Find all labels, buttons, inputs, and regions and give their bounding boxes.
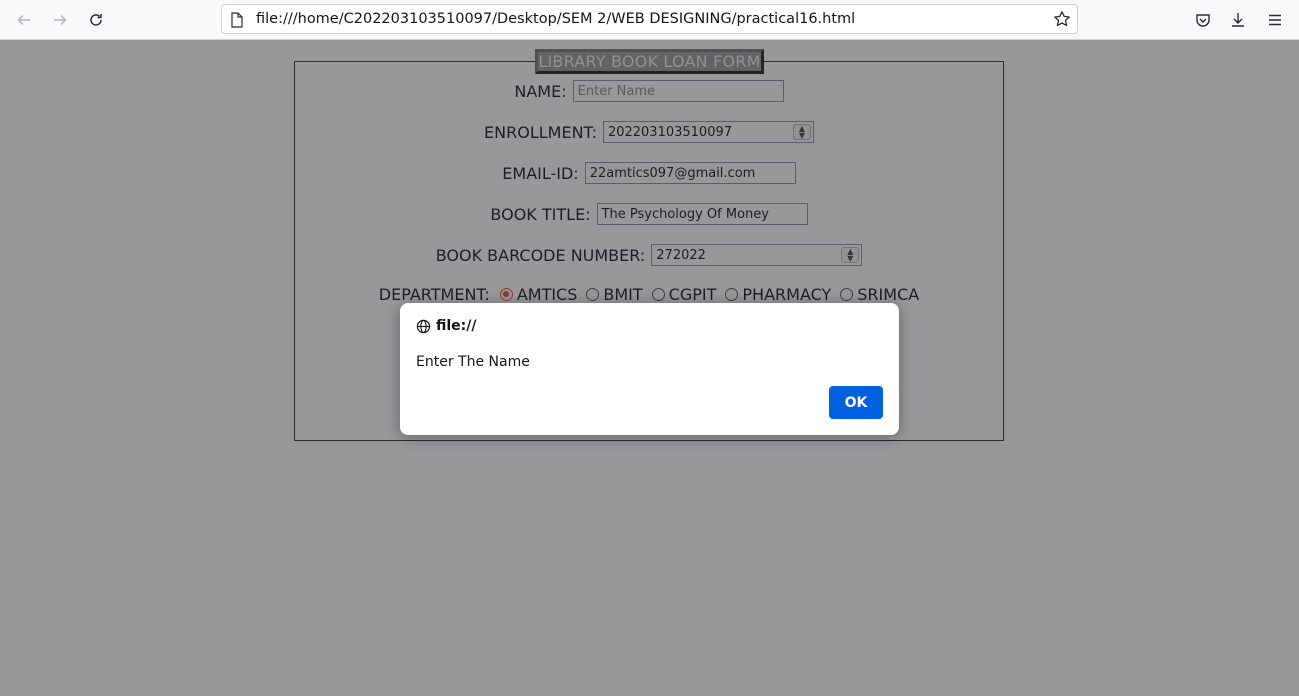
globe-icon xyxy=(416,319,431,333)
dialog-title: file:// xyxy=(416,318,477,334)
dialog-message: Enter The Name xyxy=(416,354,530,370)
browser-toolbar: file:///home/C202203103510097/Desktop/SE… xyxy=(0,0,1299,40)
url-text: file:///home/C202203103510097/Desktop/SE… xyxy=(256,11,856,27)
reload-icon[interactable] xyxy=(82,6,110,34)
back-icon[interactable] xyxy=(10,6,38,34)
alert-dialog: file:// Enter The Name OK xyxy=(400,303,899,435)
page-icon xyxy=(230,12,244,32)
menu-icon[interactable] xyxy=(1261,6,1289,34)
address-bar[interactable]: file:///home/C202203103510097/Desktop/SE… xyxy=(221,4,1078,34)
ok-button[interactable]: OK xyxy=(829,386,883,419)
forward-icon[interactable] xyxy=(46,6,74,34)
bookmark-star-icon[interactable] xyxy=(1053,10,1071,32)
downloads-icon[interactable] xyxy=(1224,6,1252,34)
dialog-origin: file:// xyxy=(436,318,477,334)
pocket-icon[interactable] xyxy=(1189,6,1217,34)
